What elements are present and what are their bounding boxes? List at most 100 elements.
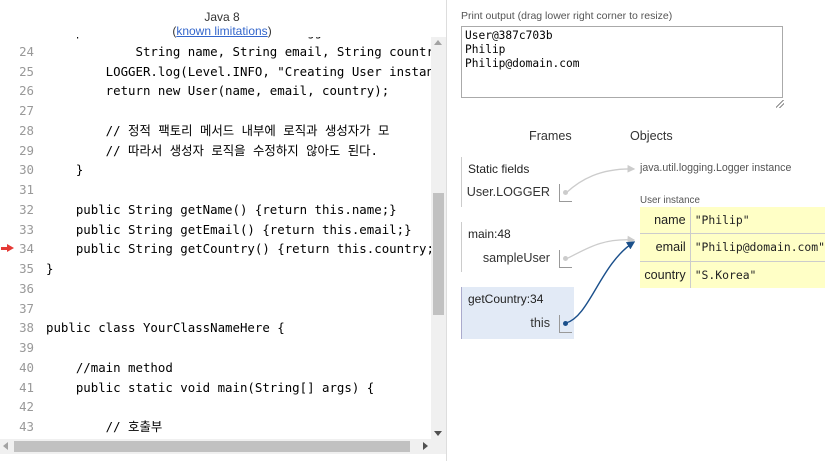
line-number[interactable]: 31 <box>0 180 34 200</box>
print-output-box[interactable]: User@387c703b Philip Philip@domain.com <box>461 26 783 98</box>
line-number[interactable]: 42 <box>0 397 34 417</box>
line-text: // 호출부 <box>46 419 163 434</box>
code-line: 28 // 정적 팩토리 메서드 내부에 로직과 생성자가 모 <box>0 121 431 141</box>
line-text: public String getCountry() {return this.… <box>46 241 431 257</box>
objects-heading: Objects <box>630 129 673 143</box>
user-instance-table: name "Philip" email "Philip@domain.com" coun… <box>640 207 825 288</box>
code-line: 39 <box>0 338 431 358</box>
field-name: name <box>640 207 691 235</box>
line-number[interactable]: 39 <box>0 338 34 358</box>
variable-name: sampleUser <box>482 251 550 265</box>
line-number[interactable]: 33 <box>0 220 34 240</box>
code-line: 41 public static void main(String[] args… <box>0 378 431 398</box>
instance-field-row: name "Philip" <box>640 207 825 235</box>
code-line: 26 return new User(name, email, country)… <box>0 81 431 101</box>
arrow-sample-user <box>565 235 636 260</box>
frame-title: main:48 <box>468 227 511 241</box>
line-text: public String getEmail() {return this.em… <box>46 221 412 237</box>
print-output-label: Print output (drag lower right corner to… <box>461 10 673 22</box>
code-line: 35} <box>0 259 431 279</box>
line-number[interactable]: 37 <box>0 299 34 319</box>
line-text: LOGGER.log(Level.INFO, "Creating User in… <box>46 63 431 79</box>
line-text: String name, String email, String countr… <box>46 43 431 59</box>
frame-title: getCountry:34 <box>468 292 544 306</box>
line-number[interactable]: 27 <box>0 101 34 121</box>
field-name: country <box>640 261 691 288</box>
line-text: return new User(name, email, country); <box>46 83 390 99</box>
paren-close: ) <box>267 24 272 38</box>
line-text: public String getName() {return this.nam… <box>46 201 397 217</box>
code-line: 27 <box>0 101 431 121</box>
arrow-this <box>565 241 636 324</box>
line-text: } <box>46 261 54 276</box>
code-editor[interactable]: 23 public static User createWithLoggedIn… <box>0 37 431 439</box>
field-value: "S.Korea" <box>694 267 757 282</box>
line-number[interactable]: 38 <box>0 318 34 338</box>
active-frame-getcountry: getCountry:34 this <box>461 287 574 339</box>
vertical-scrollbar[interactable] <box>431 37 446 439</box>
pointer-dot-icon <box>563 190 568 195</box>
pointer-dot-icon <box>563 321 568 326</box>
code-line: 29 // 따라서 생성자 로직을 수정하지 않아도 된다. <box>0 141 431 161</box>
variable-name: this <box>530 316 550 330</box>
line-number[interactable]: 40 <box>0 358 34 378</box>
code-line: 30 } <box>0 160 431 180</box>
instance-field-row: country "S.Korea" <box>640 261 825 288</box>
line-number[interactable]: 30 <box>0 160 34 180</box>
code-line: 38 public class YourClassNameHere { <box>0 318 431 338</box>
line-number[interactable]: 35 <box>0 259 34 279</box>
resize-grip-icon[interactable] <box>776 100 784 108</box>
field-value: "Philip" <box>690 207 825 235</box>
horizontal-scrollbar[interactable] <box>0 439 431 454</box>
known-limitations-link[interactable]: known limitations <box>176 24 267 38</box>
logger-object: java.util.logging.Logger instance <box>640 162 792 174</box>
main-frame: main:48 sampleUser <box>461 222 574 272</box>
line-number[interactable]: 28 <box>0 121 34 141</box>
variable-value-box <box>559 184 572 202</box>
code-line: 25 LOGGER.log(Level.INFO, "Creating User… <box>0 62 431 82</box>
pointer-dot-icon <box>563 256 568 261</box>
variable-name: User.LOGGER <box>466 185 550 199</box>
line-number[interactable]: 26 <box>0 81 34 101</box>
code-line: 24 String name, String email, String cou… <box>0 42 431 62</box>
field-name: email <box>640 233 691 262</box>
code-line: 36 <box>0 279 431 299</box>
scrollbar-corner <box>431 439 446 454</box>
frame-title: Static fields <box>468 162 530 176</box>
code-line: 33 public String getEmail() {return this… <box>0 220 431 240</box>
code-line: 37 <box>0 299 431 319</box>
code-line: 32 public String getName() {return this.… <box>0 200 431 220</box>
line-number[interactable]: 32 <box>0 200 34 220</box>
instance-field-row: email "Philip@domain.com" <box>640 233 825 262</box>
vertical-scroll-thumb[interactable] <box>433 193 444 315</box>
variable-value-box <box>559 315 572 333</box>
scroll-right-arrow-icon[interactable] <box>423 442 428 450</box>
line-number[interactable]: 25 <box>0 62 34 82</box>
line-text: // 정적 팩토리 메서드 내부에 로직과 생성자가 모 <box>46 122 390 138</box>
line-number[interactable]: 24 <box>0 42 34 62</box>
static-fields-frame: Static fields User.LOGGER <box>461 157 574 207</box>
horizontal-scroll-thumb[interactable] <box>14 441 410 452</box>
code-line: 40 //main method <box>0 358 431 378</box>
code-line: 42 <box>0 397 431 417</box>
code-line: 31 <box>0 180 431 200</box>
line-text: // 따라서 생성자 로직을 수정하지 않아도 된다. <box>46 142 379 158</box>
line-number[interactable]: 29 <box>0 141 34 161</box>
line-number[interactable]: 34 <box>0 239 34 259</box>
code-line: 43 // 호출부 <box>0 417 431 437</box>
panel-divider[interactable] <box>446 0 447 461</box>
scroll-up-arrow-icon[interactable] <box>434 40 442 45</box>
language-label: Java 8 <box>204 10 240 24</box>
limitations-line: (known limitations) <box>0 24 444 38</box>
line-number[interactable]: 43 <box>0 417 34 437</box>
scroll-down-arrow-icon[interactable] <box>434 431 442 436</box>
variable-value-box <box>559 250 572 268</box>
arrow-logger <box>565 164 636 194</box>
frames-heading: Frames <box>529 129 572 143</box>
line-text: public class YourClassNameHere { <box>46 320 285 336</box>
line-number[interactable]: 36 <box>0 279 34 299</box>
line-text: } <box>46 162 84 178</box>
code-lines: 23 public static User createWithLoggedIn… <box>0 37 431 437</box>
line-number[interactable]: 41 <box>0 378 34 398</box>
scroll-left-arrow-icon[interactable] <box>3 442 8 450</box>
